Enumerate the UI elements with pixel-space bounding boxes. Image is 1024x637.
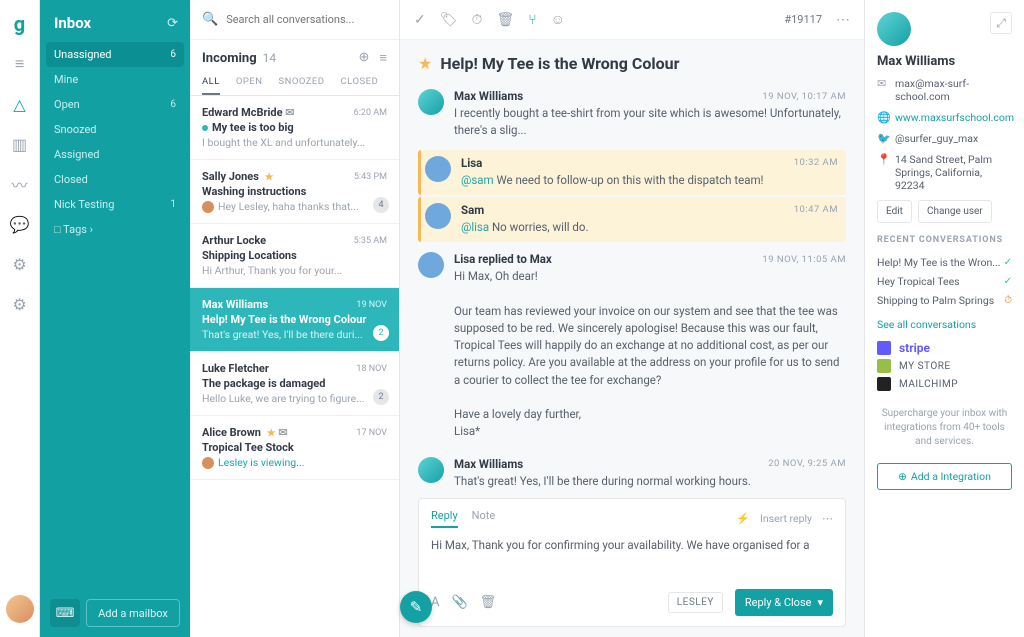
composer-tab-note[interactable]: Note — [472, 509, 496, 528]
composer-tab-reply[interactable]: Reply — [431, 509, 458, 528]
recent-conversation[interactable]: Shipping to Palm Springs⏱ — [877, 291, 1012, 310]
assignee-chip[interactable]: LESLEY — [668, 592, 723, 613]
settings-sliders-icon[interactable]: ⚙ — [10, 254, 30, 274]
profile-twitter[interactable]: @surfer_guy_max — [895, 132, 978, 145]
message: Max Williams19 NOV, 10:17 AMI recently b… — [418, 81, 846, 148]
snooze-icon[interactable]: ⏱ — [472, 12, 483, 28]
inbox-icon[interactable]: △ — [10, 94, 30, 114]
list-tab-open[interactable]: OPEN — [236, 76, 263, 95]
sidebar-item--tags-[interactable]: □ Tags › — [40, 217, 190, 242]
refresh-icon[interactable]: ⟳ — [167, 16, 178, 31]
add-integration-button[interactable]: ⊕Add a Integration — [877, 463, 1012, 490]
sidebar-item-closed[interactable]: Closed — [40, 167, 190, 192]
sidebar-item-snoozed[interactable]: Snoozed — [40, 117, 190, 142]
conversation-item[interactable]: Arthur Locke5:35 AMShipping LocationsHi … — [190, 224, 399, 288]
compose-fab[interactable]: ✎ — [400, 591, 432, 623]
recent-conversation[interactable]: Hey Tropical Tees✓ — [877, 272, 1012, 291]
integrations-promo: Supercharge your inbox with integrations… — [877, 407, 1012, 449]
conversation-item[interactable]: Sally Jones ★5:43 PMWashing instructions… — [190, 160, 399, 224]
conversation-item[interactable]: Alice Brown ★ ✉17 NOVTropical Tee StockL… — [190, 416, 399, 480]
recent-conv-heading: RECENT CONVERSATIONS — [877, 235, 1012, 245]
profile-website[interactable]: www.maxsurfschool.com — [895, 111, 1014, 124]
star-icon[interactable]: ★ — [418, 54, 432, 73]
search-input[interactable] — [226, 13, 387, 26]
pin-icon: 📍 — [877, 153, 889, 166]
list-heading: Incoming — [202, 51, 257, 66]
profile-email[interactable]: max@max-surf-school.com — [895, 77, 1012, 103]
profile-address: 14 Sand Street, Palm Springs, California… — [895, 153, 1012, 192]
profile-avatar — [877, 12, 911, 46]
composer: Reply Note ⚡ Insert reply ⋯ A 📎 🗑 LESLEY… — [418, 498, 846, 627]
chat-icon[interactable]: 💬 — [10, 214, 30, 234]
integration-my-store[interactable]: MY STORE — [877, 357, 1012, 375]
conversation-item[interactable]: Luke Fletcher18 NOVThe package is damage… — [190, 352, 399, 416]
filter-icon[interactable]: ≡ — [379, 50, 387, 66]
message: Lisa10:32 AM@sam We need to follow-up on… — [425, 156, 838, 189]
sidebar-item-mine[interactable]: Mine — [40, 67, 190, 92]
keyboard-icon[interactable]: ⌨ — [50, 599, 80, 627]
message: Max Williams20 NOV, 9:25 AMThat's great!… — [418, 449, 846, 495]
mailbox-sidebar: Inbox ⟳ Unassigned6MineOpen6SnoozedAssig… — [40, 0, 190, 637]
conversation-item[interactable]: Edward McBride ✉6:20 AMMy tee is too big… — [190, 96, 399, 160]
integration-mailchimp[interactable]: MAILCHIMP — [877, 375, 1012, 393]
gear-icon[interactable]: ⚙ — [10, 294, 30, 314]
sidebar-title: Inbox — [54, 14, 91, 32]
list-count: 14 — [263, 51, 277, 65]
mail-icon: ✉ — [877, 77, 889, 90]
message: Sam10:47 AM@lisa No worries, will do. — [425, 203, 838, 236]
insert-reply-label[interactable]: Insert reply — [760, 512, 812, 525]
tag-icon[interactable]: 🏷 — [440, 12, 458, 28]
trash-icon[interactable]: 🗑 — [496, 12, 514, 28]
conversation-item[interactable]: Max Williams19 NOVHelp! My Tee is the Wr… — [190, 288, 399, 352]
list-tab-snoozed[interactable]: SNOOZED — [278, 76, 324, 95]
docs-icon[interactable]: ▥ — [10, 134, 30, 154]
ticket-id: #19117 — [784, 13, 822, 26]
composer-more-icon[interactable]: ⋯ — [822, 512, 833, 525]
composer-textarea[interactable] — [431, 538, 833, 586]
profile-panel: ⤢ Max Williams ✉max@max-surf-school.com … — [864, 0, 1024, 637]
menu-icon[interactable]: ≡ — [10, 54, 30, 74]
sidebar-item-unassigned[interactable]: Unassigned6 — [46, 42, 184, 67]
sidebar-item-assigned[interactable]: Assigned — [40, 142, 190, 167]
emoji-icon[interactable]: ☺ — [551, 11, 565, 28]
thread-more-icon[interactable]: ⋯ — [836, 12, 850, 28]
current-user-avatar[interactable] — [6, 595, 34, 623]
add-mailbox-button[interactable]: Add a mailbox — [86, 599, 180, 627]
conversation-list-panel: 🔍 Incoming 14 ⊕ ≡ ALL OPEN SNOOZED CLOSED E… — [190, 0, 400, 637]
edit-user-button[interactable]: Edit — [877, 200, 912, 223]
see-all-link[interactable]: See all conversations — [877, 318, 1012, 331]
insert-reply-icon[interactable]: ⚡ — [736, 512, 750, 525]
reports-icon[interactable]: 〰 — [10, 174, 30, 194]
globe-icon: 🌐 — [877, 111, 889, 124]
thread-title: Help! My Tee is the Wrong Colour — [440, 54, 679, 73]
mark-done-icon[interactable]: ✓ — [414, 12, 426, 28]
format-text-icon[interactable]: A — [431, 595, 439, 610]
integration-stripe[interactable]: stripe — [877, 339, 1012, 357]
profile-name: Max Williams — [877, 54, 1012, 69]
delete-draft-icon[interactable]: 🗑 — [480, 595, 497, 610]
recent-conversation[interactable]: Help! My Tee is the Wron...✓ — [877, 253, 1012, 272]
expand-profile-icon[interactable]: ⤢ — [990, 12, 1012, 34]
brand-logo[interactable]: g — [10, 14, 30, 34]
list-tab-all[interactable]: ALL — [202, 76, 220, 95]
thread-toolbar: ✓ 🏷 ⏱ 🗑 ⑂ ☺ #19117 ⋯ — [400, 0, 864, 40]
thread-panel: ✓ 🏷 ⏱ 🗑 ⑂ ☺ #19117 ⋯ ★ Help! My Tee is t… — [400, 0, 864, 637]
assign-icon[interactable]: ⑂ — [528, 12, 536, 28]
plus-icon: ⊕ — [898, 470, 907, 483]
new-conversation-icon[interactable]: ⊕ — [359, 50, 370, 66]
change-user-button[interactable]: Change user — [918, 200, 992, 223]
reply-close-button[interactable]: Reply & Close▾ — [735, 589, 833, 616]
twitter-icon: 🐦 — [877, 132, 889, 145]
chevron-down-icon: ▾ — [817, 596, 823, 609]
message: Lisa replied to Max19 NOV, 11:05 AMHi Ma… — [418, 244, 846, 449]
sidebar-item-nick-testing[interactable]: Nick Testing1 — [40, 192, 190, 217]
sidebar-item-open[interactable]: Open6 — [40, 92, 190, 117]
list-tabs: ALL OPEN SNOOZED CLOSED — [190, 72, 399, 96]
app-icon-rail: g ≡ △ ▥ 〰 💬 ⚙ ⚙ — [0, 0, 40, 637]
attach-icon[interactable]: 📎 — [451, 595, 467, 610]
search-icon: 🔍 — [202, 12, 218, 27]
list-tab-closed[interactable]: CLOSED — [341, 76, 379, 95]
